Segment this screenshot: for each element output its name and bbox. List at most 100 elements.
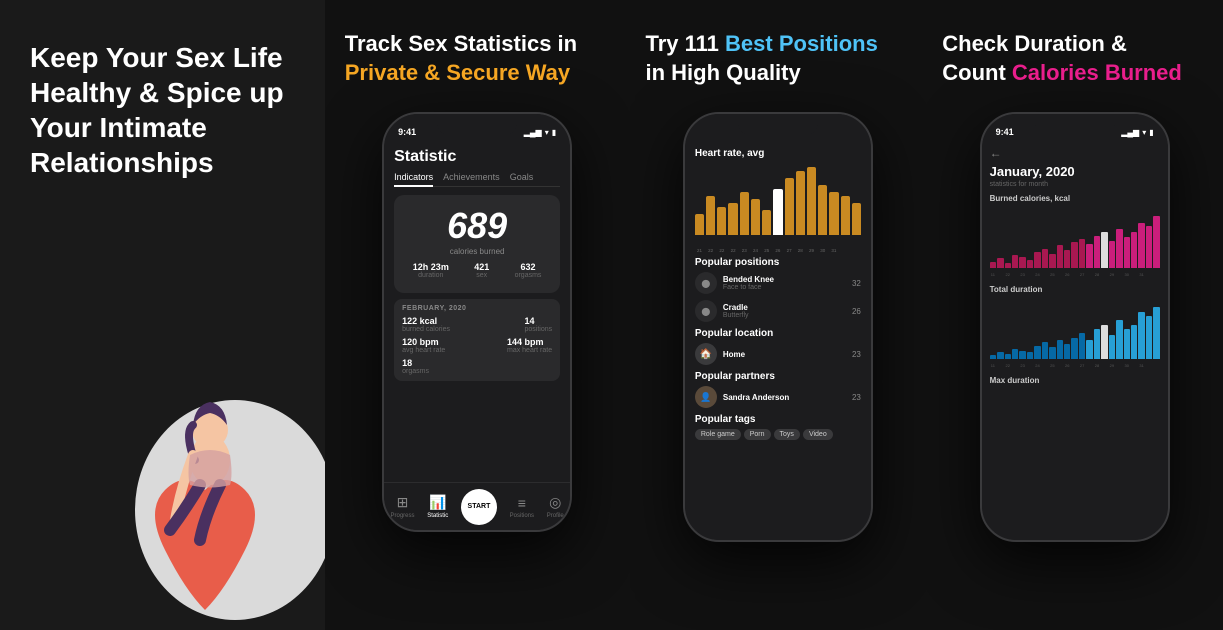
battery-icon-4: ▮: [1149, 128, 1153, 137]
p4-lbl1-20: 31: [1138, 272, 1144, 277]
tab-achievements[interactable]: Achievements: [443, 172, 500, 182]
p4-bar2-19: [1131, 325, 1137, 360]
panel-2: Track Sex Statistics in Private & Secure…: [325, 0, 630, 630]
burned-lbl: burned calories: [402, 326, 450, 333]
headline-line-3: Your Intimate: [30, 110, 284, 145]
illustration: [105, 230, 325, 630]
bar-label-6: 25: [762, 248, 771, 253]
stat-tabs[interactable]: Indicators Achievements Goals: [394, 172, 560, 187]
orgasms-lbl: orgasms: [515, 272, 542, 279]
max-heart-lbl: max heart rate: [507, 347, 552, 354]
p4-bar2-1: [997, 352, 1003, 359]
position-sub-2: Butterfly: [723, 312, 846, 319]
p4-bar1-5: [1027, 260, 1033, 268]
panel-3-headline-rest: in High Quality: [646, 60, 801, 85]
tag-role-game: Role game: [695, 429, 741, 440]
nav-progress[interactable]: ⊞ Progress: [390, 494, 414, 519]
burned-calories-item: 122 kcal burned calories: [402, 316, 450, 333]
p4-lbl2-16: 29: [1109, 363, 1115, 368]
sex-lbl: sex: [474, 272, 489, 279]
nav-start-button[interactable]: START: [461, 489, 497, 525]
p4-lbl1-19: [1131, 272, 1137, 277]
p4-bar1-13: [1086, 244, 1092, 269]
back-button[interactable]: ←: [990, 146, 1160, 160]
section1-title: Burned calories, kcal: [990, 194, 1160, 203]
p4-bar2-16: [1109, 335, 1115, 359]
p4-bar1-15: [1101, 232, 1107, 268]
bar-12: [829, 192, 838, 235]
section3-title: Max duration: [990, 376, 1160, 385]
positions-icon: ≡: [518, 495, 526, 511]
bar-label-3: 22: [728, 248, 737, 253]
p4-lbl2-7: [1042, 363, 1048, 368]
panel-3-headline: Try 111 Best Positions in High Quality: [646, 30, 878, 87]
panel-4-headline: Check Duration & Count Calories Burned: [942, 30, 1182, 87]
partner-item: 👤 Sandra Anderson 23: [695, 386, 861, 408]
position-name-1: Bended Knee: [723, 275, 846, 284]
p4-bar1-10: [1064, 250, 1070, 268]
nav-profile[interactable]: ◎ Profile: [547, 494, 564, 519]
p4-lbl2-20: 31: [1138, 363, 1144, 368]
calories-chart-labels: 1122232425262728293031: [990, 272, 1160, 277]
p4-lbl1-16: 29: [1109, 272, 1115, 277]
duration-val: 12h 23m: [413, 262, 449, 272]
p4-lbl2-6: 24: [1034, 363, 1040, 368]
nav-positions-label: Positions: [510, 513, 534, 519]
bar-label-7: 26: [773, 248, 782, 253]
status-time: 9:41: [398, 127, 416, 137]
position-info-2: Cradle Butterfly: [723, 303, 846, 319]
headline-line-2: Healthy & Spice up: [30, 75, 284, 110]
partner-count: 23: [852, 393, 861, 402]
p4-lbl1-8: 25: [1049, 272, 1055, 277]
p4-lbl2-17: [1116, 363, 1122, 368]
stat-duration: 12h 23m duration: [413, 262, 449, 279]
panel-4: Check Duration & Count Calories Burned 9…: [926, 0, 1223, 630]
bar-7: [773, 189, 782, 236]
p4-lbl2-21: [1146, 363, 1152, 368]
phone-notch: [437, 114, 517, 136]
phone-screen-4: 9:41 ▂▄▆ ▾ ▮ ← January, 2020 statistics …: [982, 114, 1168, 540]
p4-lbl1-3: [1012, 272, 1018, 277]
panel-3: Try 111 Best Positions in High Quality H…: [630, 0, 927, 630]
p4-lbl2-8: 25: [1049, 363, 1055, 368]
panel-3-headline-text: Try 111: [646, 31, 726, 56]
tab-indicators[interactable]: Indicators: [394, 172, 433, 187]
stat-big-number-card: 689 calories burned 12h 23m duration 421…: [394, 195, 560, 293]
tab-goals[interactable]: Goals: [510, 172, 534, 182]
bar-label-0: 21: [695, 248, 704, 253]
location-info: Home: [723, 350, 846, 359]
stat-sex: 421 sex: [474, 262, 489, 279]
bar-13: [841, 196, 850, 235]
orgasms-number: 18: [402, 358, 552, 368]
p4-bar1-0: [990, 262, 996, 269]
nav-profile-label: Profile: [547, 513, 564, 519]
phone-mockup-4: 9:41 ▂▄▆ ▾ ▮ ← January, 2020 statistics …: [980, 112, 1170, 542]
p4-bar1-16: [1109, 241, 1115, 268]
nav-statistic[interactable]: 📊 Statistic: [427, 494, 448, 519]
bar-5: [751, 199, 760, 235]
p4-lbl2-10: 26: [1064, 363, 1070, 368]
bar-label-9: 28: [796, 248, 805, 253]
status-icons-4: ▂▄▆ ▾ ▮: [1121, 128, 1153, 137]
section-february: FEBRUARY, 2020 122 kcal burned calories …: [394, 299, 560, 381]
p4-lbl1-6: 24: [1034, 272, 1040, 277]
nav-statistic-label: Statistic: [427, 513, 448, 519]
bar-14: [852, 203, 861, 235]
p4-bar1-18: [1124, 237, 1130, 268]
panel-1: Keep Your Sex Life Healthy & Spice up Yo…: [0, 0, 325, 630]
nav-positions[interactable]: ≡ Positions: [510, 495, 534, 519]
position-sub-1: Face to face: [723, 284, 846, 291]
section2-title: Total duration: [990, 285, 1160, 294]
p4-lbl2-3: [1012, 363, 1018, 368]
panel-2-headline-text: Track Sex Statistics in: [345, 31, 577, 56]
bar-3: [728, 203, 737, 235]
chart-title: Heart rate, avg: [695, 148, 861, 159]
headline-line-1: Keep Your Sex Life: [30, 40, 284, 75]
p4-lbl2-0: 11: [990, 363, 996, 368]
phone-mockup-3: Heart rate, avg 212222222324252627282930…: [683, 112, 873, 542]
tag-video: Video: [803, 429, 833, 440]
p4-lbl2-4: 23: [1019, 363, 1025, 368]
profile-icon: ◎: [549, 494, 561, 511]
bar-1: [706, 196, 715, 235]
p4-bar1-14: [1094, 236, 1100, 269]
